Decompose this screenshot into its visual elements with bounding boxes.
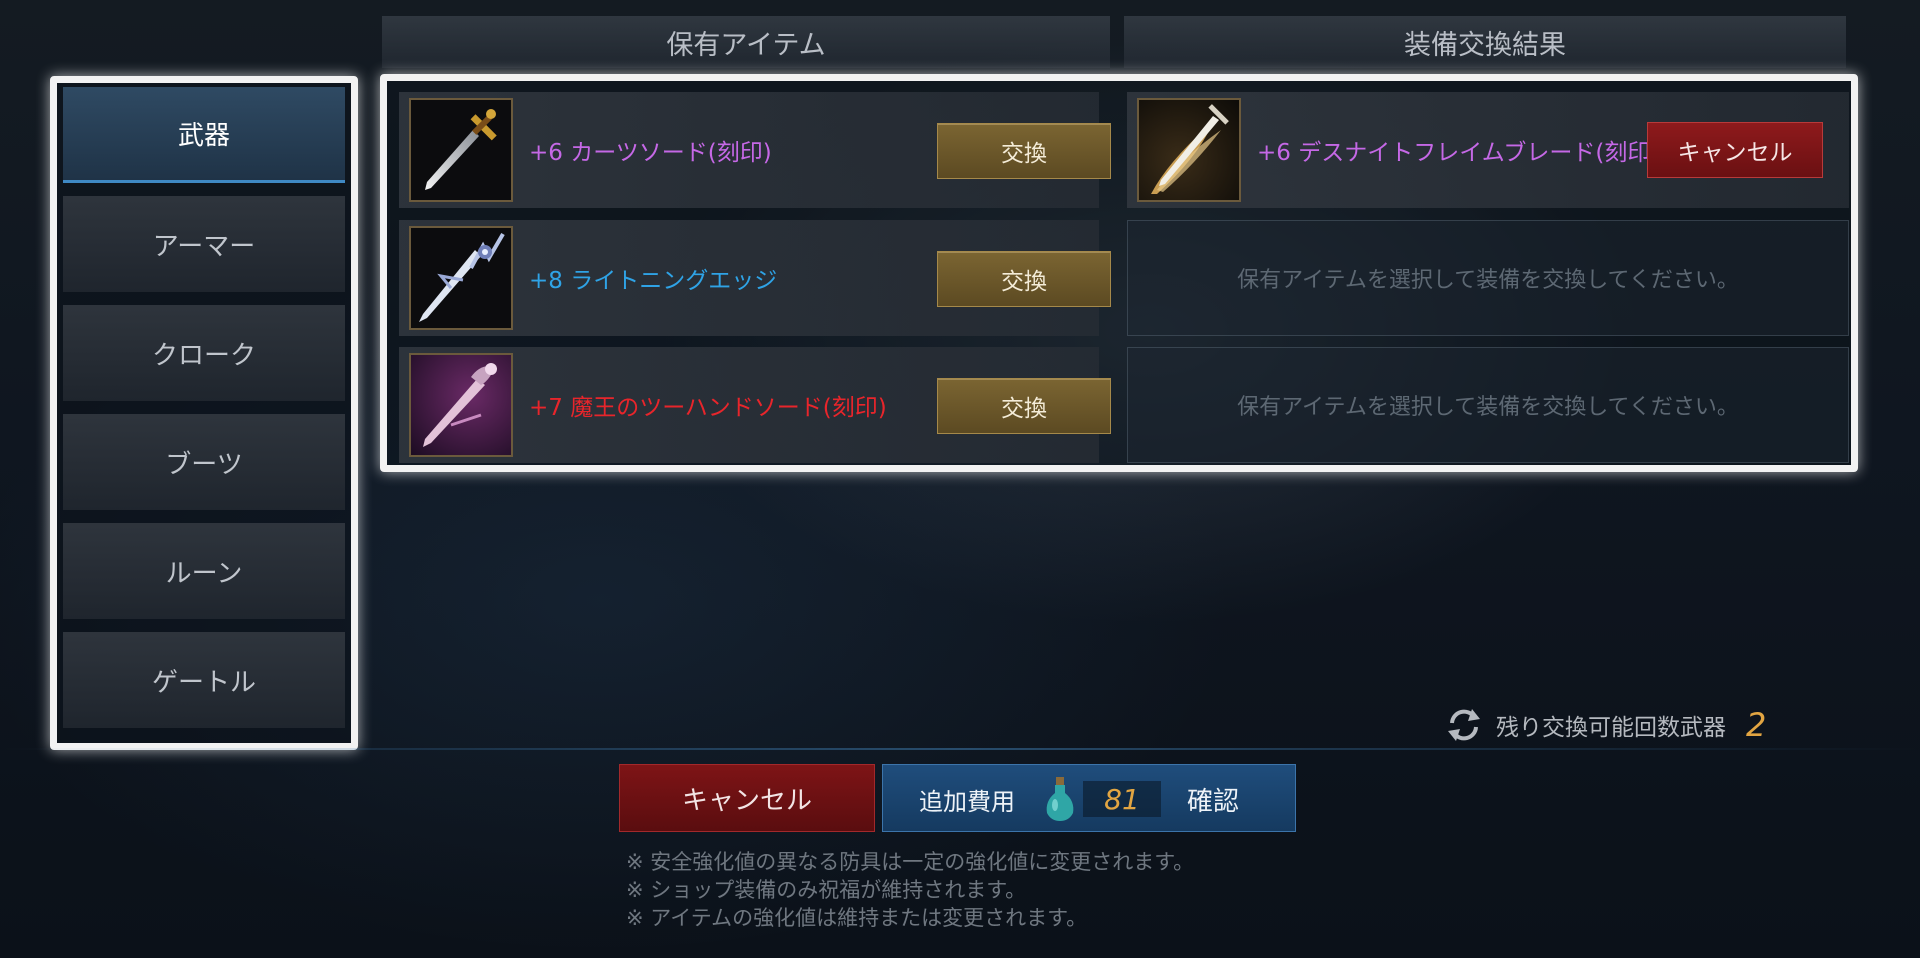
category-tab-armor[interactable]: アーマー xyxy=(63,196,345,292)
remaining-exchanges: 残り交換可能回数武器 2 xyxy=(1444,700,1766,750)
owned-item-row[interactable]: +7 魔王のツーハンドソード(刻印) 交換 xyxy=(399,347,1111,463)
category-tab-rune[interactable]: ルーン xyxy=(63,523,345,619)
category-tab-cloak[interactable]: クローク xyxy=(63,305,345,401)
result-item-row: +6 デスナイトフレイムブレード(刻印) キャンセル xyxy=(1127,92,1849,208)
cancel-button[interactable]: キャンセル xyxy=(619,764,875,832)
result-empty-slot: 保有アイテムを選択して装備を交換してください。 xyxy=(1127,347,1849,463)
result-item-name: +6 デスナイトフレイムブレード(刻印) xyxy=(1257,140,1660,166)
owned-item-name: +7 魔王のツーハンドソード(刻印) xyxy=(529,395,887,421)
category-tab-boots[interactable]: ブーツ xyxy=(63,414,345,510)
lightning-blade-icon xyxy=(409,226,513,330)
swap-button[interactable]: 交換 xyxy=(937,378,1111,434)
potion-icon xyxy=(1046,777,1074,821)
notes: ※ 安全強化値の異なる防具は一定の強化値に変更されます。 ※ ショップ装備のみ祝… xyxy=(626,848,1194,932)
exchange-result-header: 装備交換結果 xyxy=(1124,16,1846,68)
owned-item-row[interactable]: +8 ライトニングエッジ 交換 xyxy=(399,220,1111,336)
note-line: ※ 安全強化値の異なる防具は一定の強化値に変更されます。 xyxy=(626,850,1195,874)
empty-slot-hint: 保有アイテムを選択して装備を交換してください。 xyxy=(1237,395,1739,420)
swap-button[interactable]: 交換 xyxy=(937,251,1111,307)
flame-blade-icon xyxy=(1137,98,1241,202)
category-tab-gaiters[interactable]: ゲートル xyxy=(63,632,345,728)
demon-two-hand-sword-icon xyxy=(409,353,513,457)
cancel-exchange-button[interactable]: キャンセル xyxy=(1647,122,1823,178)
footer-divider xyxy=(0,748,1920,750)
additional-cost-value: 81 xyxy=(1083,781,1161,817)
confirm-button[interactable]: 追加費用 81 確認 xyxy=(882,764,1296,832)
note-line: ※ ショップ装備のみ祝福が維持されます。 xyxy=(626,878,1027,902)
additional-cost-label: 追加費用 xyxy=(919,787,1015,816)
confirm-label: 確認 xyxy=(1187,786,1240,817)
category-sidebar: 武器 アーマー クローク ブーツ ルーン ゲートル xyxy=(50,76,358,750)
note-line: ※ アイテムの強化値は維持または変更されます。 xyxy=(626,906,1088,930)
category-tab-weapon[interactable]: 武器 xyxy=(63,87,345,183)
owned-item-name: +8 ライトニングエッジ xyxy=(529,268,778,294)
swap-button[interactable]: 交換 xyxy=(937,123,1111,179)
result-empty-slot: 保有アイテムを選択して装備を交換してください。 xyxy=(1127,220,1849,336)
refresh-icon xyxy=(1448,709,1480,741)
empty-slot-hint: 保有アイテムを選択して装備を交換してください。 xyxy=(1237,268,1739,293)
exchange-panel: +6 カーツソード(刻印) 交換 +8 ライトニングエッジ 交換 +7 魔王のツ… xyxy=(380,74,1858,472)
owned-item-name: +6 カーツソード(刻印) xyxy=(529,140,772,166)
owned-items-header: 保有アイテム xyxy=(382,16,1110,68)
owned-item-row[interactable]: +6 カーツソード(刻印) 交換 xyxy=(399,92,1111,208)
remaining-count: 2 xyxy=(1746,706,1767,744)
sword-icon xyxy=(409,98,513,202)
remaining-label: 残り交換可能回数武器 xyxy=(1496,715,1726,741)
